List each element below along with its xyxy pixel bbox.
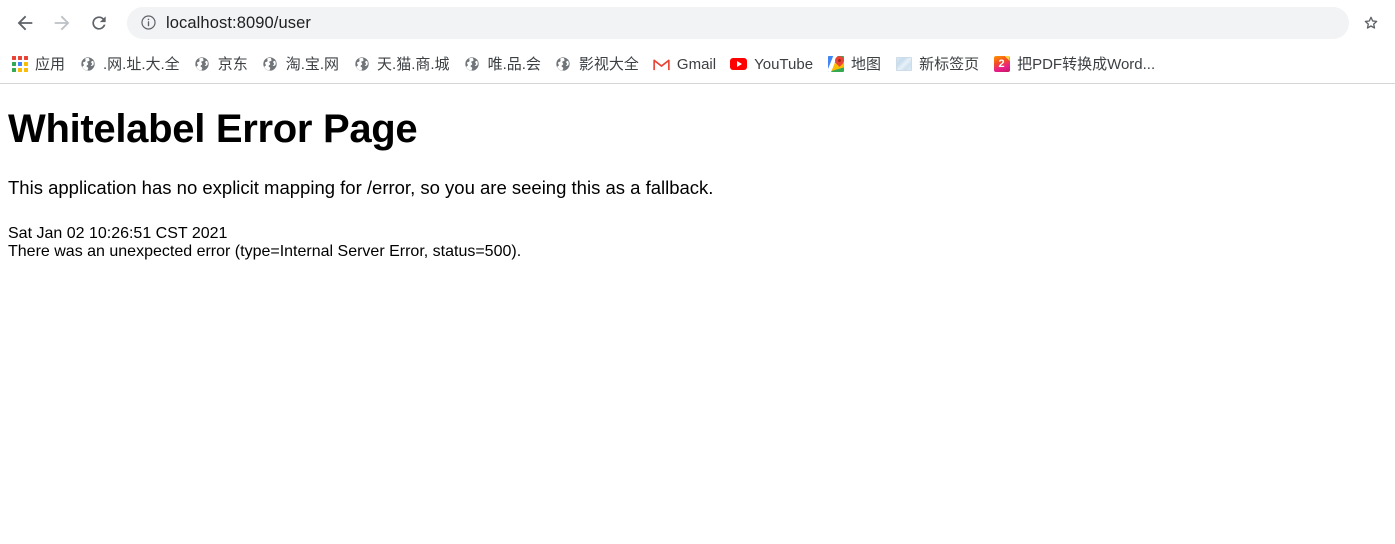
- youtube-icon: [730, 56, 748, 73]
- bookmark-label: 应用: [35, 55, 66, 73]
- bookmark-youtube[interactable]: YouTube: [723, 51, 820, 77]
- bookmark-label: 天.猫.商.城: [377, 55, 450, 73]
- bookmark-label: Gmail: [676, 55, 717, 73]
- forward-button[interactable]: [45, 6, 79, 40]
- address-bar[interactable]: localhost:8090/user: [127, 6, 1349, 39]
- bookmark-gmail[interactable]: Gmail: [646, 51, 723, 77]
- bookmark-label: 淘.宝.网: [285, 55, 340, 73]
- bookmark-maps[interactable]: 地图: [820, 51, 888, 77]
- error-description: This application has no explicit mapping…: [8, 177, 714, 198]
- gmail-icon: [653, 56, 670, 73]
- bookmark-tmall[interactable]: 天.猫.商.城: [346, 51, 457, 77]
- bookmark-new-tab-page[interactable]: 新标签页: [888, 51, 986, 77]
- bookmark-label: 京东: [217, 55, 248, 73]
- google-maps-icon: [827, 56, 844, 73]
- bookmark-apps[interactable]: 应用: [4, 51, 72, 77]
- error-timestamp: Sat Jan 02 10:26:51 CST 2021: [8, 225, 228, 242]
- back-button[interactable]: [8, 6, 42, 40]
- bookmark-wangzhidaquan[interactable]: .网.址.大.全: [72, 51, 187, 77]
- bookmark-label: 地图: [851, 55, 882, 73]
- bookmark-taobao[interactable]: 淘.宝.网: [255, 51, 346, 77]
- browser-chrome: localhost:8090/user 应用 .网.址.大.全 京东 淘.宝.网…: [0, 0, 1395, 84]
- bookmark-jingdong[interactable]: 京东: [187, 51, 255, 77]
- globe-icon: [353, 56, 370, 73]
- bookmark-vip[interactable]: 唯.品.会: [457, 51, 548, 77]
- globe-icon: [79, 56, 96, 73]
- globe-icon: [464, 56, 481, 73]
- bookmark-star-icon[interactable]: [1355, 7, 1387, 39]
- bookmarks-bar: 应用 .网.址.大.全 京东 淘.宝.网 天.猫.商.城 唯.品.会 影视大全 …: [0, 45, 1395, 83]
- pdf-to-word-icon: 2: [993, 56, 1010, 73]
- page-title: Whitelabel Error Page: [8, 107, 418, 151]
- bookmark-label: YouTube: [754, 55, 814, 73]
- bookmark-label: .网.址.大.全: [103, 55, 180, 73]
- page-content: Whitelabel Error Page This application h…: [0, 105, 1395, 261]
- error-detail-text: There was an unexpected error (type=Inte…: [8, 243, 522, 260]
- globe-icon: [262, 56, 279, 73]
- reload-button[interactable]: [82, 6, 116, 40]
- globe-icon: [194, 56, 211, 73]
- bookmark-label: 新标签页: [919, 55, 980, 73]
- bookmark-label: 唯.品.会: [487, 55, 541, 73]
- globe-icon: [555, 56, 572, 73]
- bookmark-label: 影视大全: [578, 55, 639, 73]
- bookmark-label: 把PDF转换成Word...: [1017, 55, 1156, 73]
- page-icon: [895, 56, 912, 73]
- bookmark-pdf-to-word[interactable]: 2 把PDF转换成Word...: [986, 51, 1162, 77]
- browser-toolbar: localhost:8090/user: [0, 0, 1395, 45]
- address-bar-text[interactable]: localhost:8090/user: [166, 13, 311, 33]
- bookmark-yingshidaquan[interactable]: 影视大全: [548, 51, 646, 77]
- apps-grid-icon: [11, 56, 28, 73]
- info-circle-icon[interactable]: [137, 12, 159, 34]
